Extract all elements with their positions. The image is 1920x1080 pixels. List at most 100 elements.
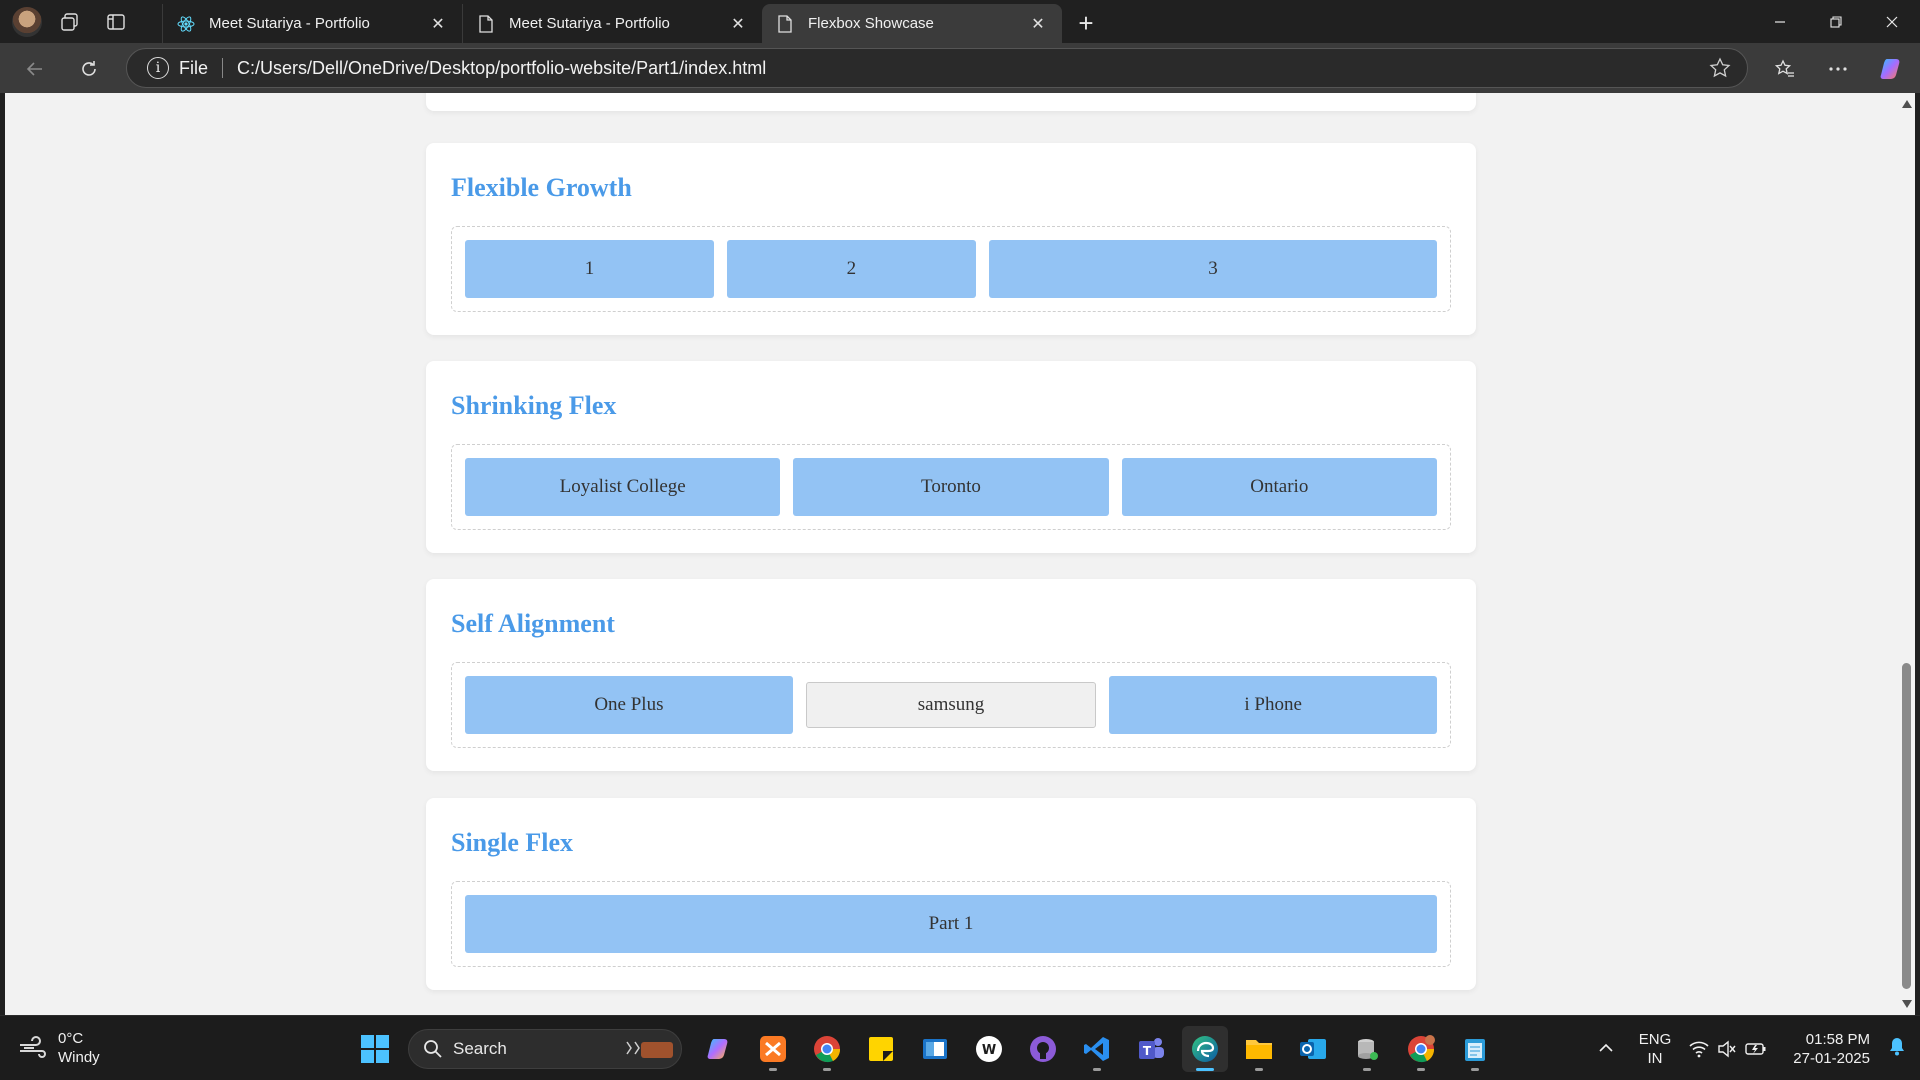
flex-container: 1 2 3	[451, 226, 1451, 312]
flex-item: i Phone	[1109, 676, 1437, 734]
tab-title: Meet Sutariya - Portfolio	[209, 15, 370, 32]
teams-icon[interactable]: T	[1128, 1026, 1174, 1072]
flex-item: 1	[465, 240, 714, 298]
sticky-notes-icon[interactable]	[858, 1026, 904, 1072]
profile-avatar[interactable]	[12, 6, 42, 37]
region-code: IN	[1647, 1049, 1663, 1067]
outlook-icon[interactable]	[1290, 1026, 1336, 1072]
vscode-icon[interactable]	[1074, 1026, 1120, 1072]
flex-container: Part 1	[451, 881, 1451, 967]
close-icon[interactable]: ✕	[728, 14, 748, 34]
tab-title: Meet Sutariya - Portfolio	[509, 15, 670, 32]
flex-item: One Plus	[465, 676, 793, 734]
new-tab-button[interactable]: +	[1068, 4, 1104, 43]
section-shrinking-flex: Shrinking Flex Loyalist College Toronto …	[426, 361, 1476, 553]
flex-item-self-aligned: samsung	[805, 682, 1097, 728]
section-flexible-growth: Flexible Growth 1 2 3	[426, 143, 1476, 335]
edge-icon[interactable]	[1182, 1026, 1228, 1072]
section-self-alignment: Self Alignment One Plus samsung i Phone	[426, 579, 1476, 771]
divider	[222, 58, 224, 78]
vertical-tabs-icon[interactable]	[98, 4, 134, 40]
tab-portfolio-2[interactable]: Meet Sutariya - Portfolio ✕	[462, 4, 762, 43]
clock-time: 01:58 PM	[1805, 1030, 1870, 1048]
clock[interactable]: 01:58 PM 27-01-2025	[1793, 1030, 1870, 1068]
svg-text:T: T	[1143, 1044, 1152, 1058]
close-icon[interactable]: ✕	[1028, 14, 1048, 34]
copilot-app-icon[interactable]	[696, 1026, 742, 1072]
chrome-icon[interactable]	[804, 1026, 850, 1072]
scroll-down-arrow-icon[interactable]	[1902, 1000, 1912, 1008]
xampp-icon[interactable]	[750, 1026, 796, 1072]
search-highlight-icon	[626, 1041, 673, 1058]
battery-charging-icon	[1745, 1042, 1766, 1055]
flex-container: One Plus samsung i Phone	[451, 662, 1451, 748]
section-title: Flexible Growth	[451, 173, 632, 202]
db-tool-icon[interactable]	[1344, 1026, 1390, 1072]
system-tray: ENG IN 01:58 PM 27-01-2025	[1591, 1016, 1920, 1080]
flex-item: Loyalist College	[465, 458, 781, 516]
taskbar-search[interactable]: Search	[408, 1029, 682, 1069]
quick-settings[interactable]	[1689, 1040, 1767, 1058]
section-title: Single Flex	[451, 828, 574, 857]
scroll-up-arrow-icon[interactable]	[1902, 100, 1912, 108]
url-text[interactable]: C:/Users/Dell/OneDrive/Desktop/portfolio…	[237, 58, 1703, 79]
favorite-star-icon[interactable]	[1703, 57, 1737, 79]
refresh-button[interactable]	[72, 52, 106, 86]
notification-bell-icon[interactable]	[1888, 1036, 1906, 1061]
wifi-icon	[1689, 1041, 1709, 1057]
scheme-label: File	[179, 57, 209, 78]
language-code: ENG	[1638, 1030, 1672, 1048]
close-icon[interactable]: ✕	[428, 14, 448, 34]
search-icon	[424, 1040, 442, 1058]
notepad-icon[interactable]	[1452, 1026, 1498, 1072]
flex-item: 2	[726, 240, 976, 298]
back-button[interactable]	[18, 52, 52, 86]
search-label: Search	[453, 1039, 507, 1058]
section-card-partial	[426, 93, 1476, 111]
github-icon[interactable]	[1020, 1026, 1066, 1072]
copilot-icon[interactable]	[1875, 52, 1909, 86]
scrollbar-thumb[interactable]	[1902, 663, 1911, 989]
section-title: Self Alignment	[451, 609, 615, 638]
minimize-button[interactable]	[1752, 0, 1808, 43]
browser-toolbar: i File C:/Users/Dell/OneDrive/Desktop/po…	[0, 43, 1920, 93]
weather-temp: 0°C	[58, 1030, 84, 1047]
flex-item: Ontario	[1121, 458, 1437, 516]
favorites-icon[interactable]	[1768, 52, 1802, 86]
page-icon	[776, 14, 794, 33]
close-window-button[interactable]	[1864, 0, 1920, 43]
clock-date: 27-01-2025	[1793, 1049, 1870, 1067]
tab-portfolio-1[interactable]: Meet Sutariya - Portfolio ✕	[162, 4, 462, 43]
show-hidden-icons-icon[interactable]	[1591, 1040, 1621, 1058]
section-single-flex: Single Flex Part 1	[426, 798, 1476, 990]
weather-widget[interactable]: 0°C Windy	[18, 1029, 100, 1067]
address-bar[interactable]: i File C:/Users/Dell/OneDrive/Desktop/po…	[126, 48, 1748, 88]
svg-text:W: W	[982, 1043, 996, 1058]
section-title: Shrinking Flex	[451, 391, 617, 420]
windows-taskbar: 0°C Windy Search W T ENG IN 01:58 PM 27-…	[0, 1015, 1920, 1080]
info-icon[interactable]: i	[147, 57, 169, 79]
page-viewport[interactable]: Flexible Growth 1 2 3 Shrinking Flex Loy…	[5, 93, 1898, 1015]
taskbar-apps: Search W T	[352, 1026, 1502, 1072]
file-explorer-icon[interactable]	[1236, 1026, 1282, 1072]
whiteboard-icon[interactable]	[912, 1026, 958, 1072]
wind-icon	[20, 1036, 46, 1058]
more-menu-icon[interactable]	[1821, 52, 1855, 86]
restore-button[interactable]	[1808, 0, 1864, 43]
volume-muted-icon	[1718, 1040, 1736, 1057]
tab-strip: Meet Sutariya - Portfolio ✕ Meet Sutariy…	[162, 4, 1104, 43]
word-app-icon[interactable]: W	[966, 1026, 1012, 1072]
browser-titlebar: Meet Sutariya - Portfolio ✕ Meet Sutariy…	[0, 0, 1920, 43]
start-button[interactable]	[352, 1026, 398, 1072]
flex-item: Part 1	[465, 895, 1437, 953]
language-indicator[interactable]: ENG IN	[1639, 1030, 1672, 1068]
tab-flexbox-showcase[interactable]: Flexbox Showcase ✕	[762, 4, 1062, 43]
vertical-scrollbar[interactable]	[1898, 93, 1915, 1015]
chrome-profile-icon[interactable]	[1398, 1026, 1444, 1072]
page-icon	[477, 14, 495, 33]
flex-item: 3	[988, 240, 1438, 298]
weather-condition: Windy	[58, 1049, 100, 1066]
flex-container: Loyalist College Toronto Ontario	[451, 444, 1451, 530]
tab-title: Flexbox Showcase	[808, 15, 934, 32]
workspaces-icon[interactable]	[52, 4, 88, 40]
